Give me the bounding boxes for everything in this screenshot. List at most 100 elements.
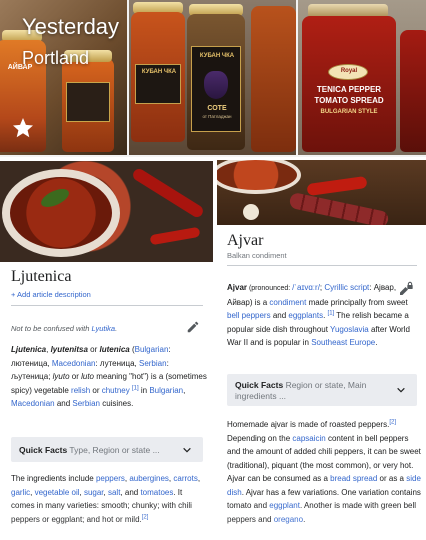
add-description-link[interactable]: + Add article description xyxy=(11,290,91,299)
quick-facts-toggle[interactable]: Quick Facts Region or state, Main ingred… xyxy=(227,374,417,406)
quick-facts-hint: Type, Region or state ... xyxy=(69,445,160,455)
jar xyxy=(400,30,426,152)
chevron-down-icon xyxy=(183,447,191,453)
citation-link[interactable]: [1] xyxy=(132,385,139,391)
link[interactable]: eggplants xyxy=(288,311,323,320)
link[interactable]: relish xyxy=(71,386,90,395)
text: : лутеница, xyxy=(95,358,139,368)
photo-kubanchka-jars[interactable]: КУБАН ЧКА КУБАН ЧКА СОТЕ от Патладжан xyxy=(129,0,296,155)
article-image-ljutenica[interactable] xyxy=(0,161,213,262)
link[interactable]: condiment xyxy=(269,298,306,307)
text: luto xyxy=(81,372,95,381)
article-body: Homemade ajvar is made of roasted pepper… xyxy=(227,418,421,526)
jar: КУБАН ЧКА xyxy=(131,12,185,142)
article-intro: Ljutenica, lyutenitsa or lutenica (Bulga… xyxy=(11,343,207,411)
article-intro: Ajvar (pronounced: /ˈaɪvɑːr/; Cyrillic s… xyxy=(227,281,421,350)
link[interactable]: tomatoes xyxy=(140,488,173,497)
quick-facts-toggle[interactable]: Quick Facts Type, Region or state ... xyxy=(11,437,203,462)
link[interactable]: bell peppers xyxy=(227,311,271,320)
jar-label: КУБАН ЧКА xyxy=(141,69,177,75)
text: lyutenitsa xyxy=(50,345,88,354)
jar-label: КУБАН ЧКА xyxy=(199,53,235,59)
brand-badge: Royal xyxy=(328,64,368,80)
hatnote-text: . xyxy=(115,324,118,333)
link[interactable]: Southeast Europe xyxy=(311,338,375,347)
link[interactable]: salt xyxy=(108,488,120,497)
quick-facts-heading: Quick Facts Type, Region or state ... xyxy=(19,445,160,455)
text: . xyxy=(375,338,378,347)
hatnote: Not to be confused with Lyutika. xyxy=(11,324,117,333)
link[interactable]: Yugoslavia xyxy=(330,325,369,334)
text: , xyxy=(197,474,201,483)
memory-location: Portland xyxy=(22,48,90,68)
link[interactable]: chutney xyxy=(102,386,130,395)
text: or as a xyxy=(377,474,407,483)
link[interactable]: Macedonian xyxy=(52,359,96,368)
quick-facts-label: Quick Facts xyxy=(235,380,284,390)
jar-label: BULGARIAN STYLE xyxy=(320,109,378,115)
link[interactable]: aubergines xyxy=(129,474,169,483)
chili-illustration xyxy=(149,226,201,246)
link[interactable]: Macedonian xyxy=(11,399,55,408)
bowl-illustration xyxy=(2,169,120,257)
article-body: The ingredients include peppers, aubergi… xyxy=(11,472,207,526)
jar-label-dark: КУБАН ЧКА СОТЕ от Патладжан xyxy=(191,46,241,132)
text: . xyxy=(303,514,306,524)
citation-link[interactable]: [2] xyxy=(389,419,396,425)
hatnote-text: Not to be confused with xyxy=(11,324,92,333)
jar-label: TOMATO SPREAD xyxy=(314,96,384,105)
jar-label: СОТЕ xyxy=(207,105,227,112)
photo-tomato-spread-jar[interactable]: Royal TENICA PEPPER TOMATO SPREAD BULGAR… xyxy=(298,0,426,155)
text: Ajvar xyxy=(227,283,248,292)
link[interactable]: Serbian xyxy=(139,359,167,368)
text: or xyxy=(69,372,82,381)
chevron-down-icon xyxy=(397,387,405,393)
text: cuisines. xyxy=(99,399,134,408)
link[interactable]: sugar xyxy=(84,488,104,497)
link[interactable]: capsaicin xyxy=(292,434,325,443)
ipa-link[interactable]: /ˈaɪvɑːr/ xyxy=(292,283,320,292)
link[interactable]: vegetable oil xyxy=(35,488,80,497)
article-card-ajvar[interactable]: Ajvar Balkan condiment Ajvar (pronounced… xyxy=(217,160,426,540)
link[interactable]: Bulgarian xyxy=(135,345,169,354)
memory-date: Yesterday xyxy=(22,14,120,39)
star-icon[interactable] xyxy=(11,116,35,140)
text: or xyxy=(87,345,100,354)
article-image-ajvar[interactable] xyxy=(217,160,426,225)
jar: КУБАН ЧКА СОТЕ от Патладжан xyxy=(187,14,245,150)
jar xyxy=(251,6,296,152)
text: Homemade ajvar is made of roasted pepper… xyxy=(227,420,390,429)
eggplant-illustration xyxy=(204,71,228,99)
sausage-illustration xyxy=(288,191,390,225)
text: made principally from sweet xyxy=(306,297,408,307)
article-title: Ajvar xyxy=(227,232,264,249)
jar-label-dark: КУБАН ЧКА xyxy=(135,64,181,104)
link[interactable]: Serbian xyxy=(72,399,100,408)
text: , xyxy=(183,385,186,395)
hatnote-link[interactable]: Lyutika xyxy=(91,324,115,333)
text: Depending on the xyxy=(227,433,293,443)
pepper-illustration xyxy=(306,175,368,197)
text: and xyxy=(54,399,73,408)
article-subtitle: Balkan condiment xyxy=(227,251,287,260)
citation-link[interactable]: [2] xyxy=(142,514,149,520)
text: or xyxy=(90,385,102,395)
article-card-ljutenica[interactable]: Ljutenica + Add article description Not … xyxy=(0,161,213,540)
link[interactable]: peppers xyxy=(96,474,125,483)
link[interactable]: eggplant xyxy=(269,501,300,510)
pencil-icon[interactable] xyxy=(186,320,200,334)
link[interactable]: bread spread xyxy=(330,474,377,483)
link[interactable]: oregano xyxy=(274,515,303,524)
quick-facts-label: Quick Facts xyxy=(19,445,68,455)
article-title: Ljutenica xyxy=(11,268,72,285)
link[interactable]: Cyrillic script xyxy=(324,283,369,292)
jar: Royal TENICA PEPPER TOMATO SPREAD BULGAR… xyxy=(302,16,396,152)
link[interactable]: Bulgarian xyxy=(149,386,183,395)
garlic-illustration xyxy=(243,204,259,220)
divider xyxy=(11,305,203,306)
quick-facts-heading: Quick Facts Region or state, Main ingred… xyxy=(235,380,385,402)
link[interactable]: garlic xyxy=(11,488,30,497)
chili-illustration xyxy=(130,166,206,220)
jar-label-sub: от Патладжан xyxy=(202,114,232,119)
link[interactable]: carrots xyxy=(173,474,197,483)
